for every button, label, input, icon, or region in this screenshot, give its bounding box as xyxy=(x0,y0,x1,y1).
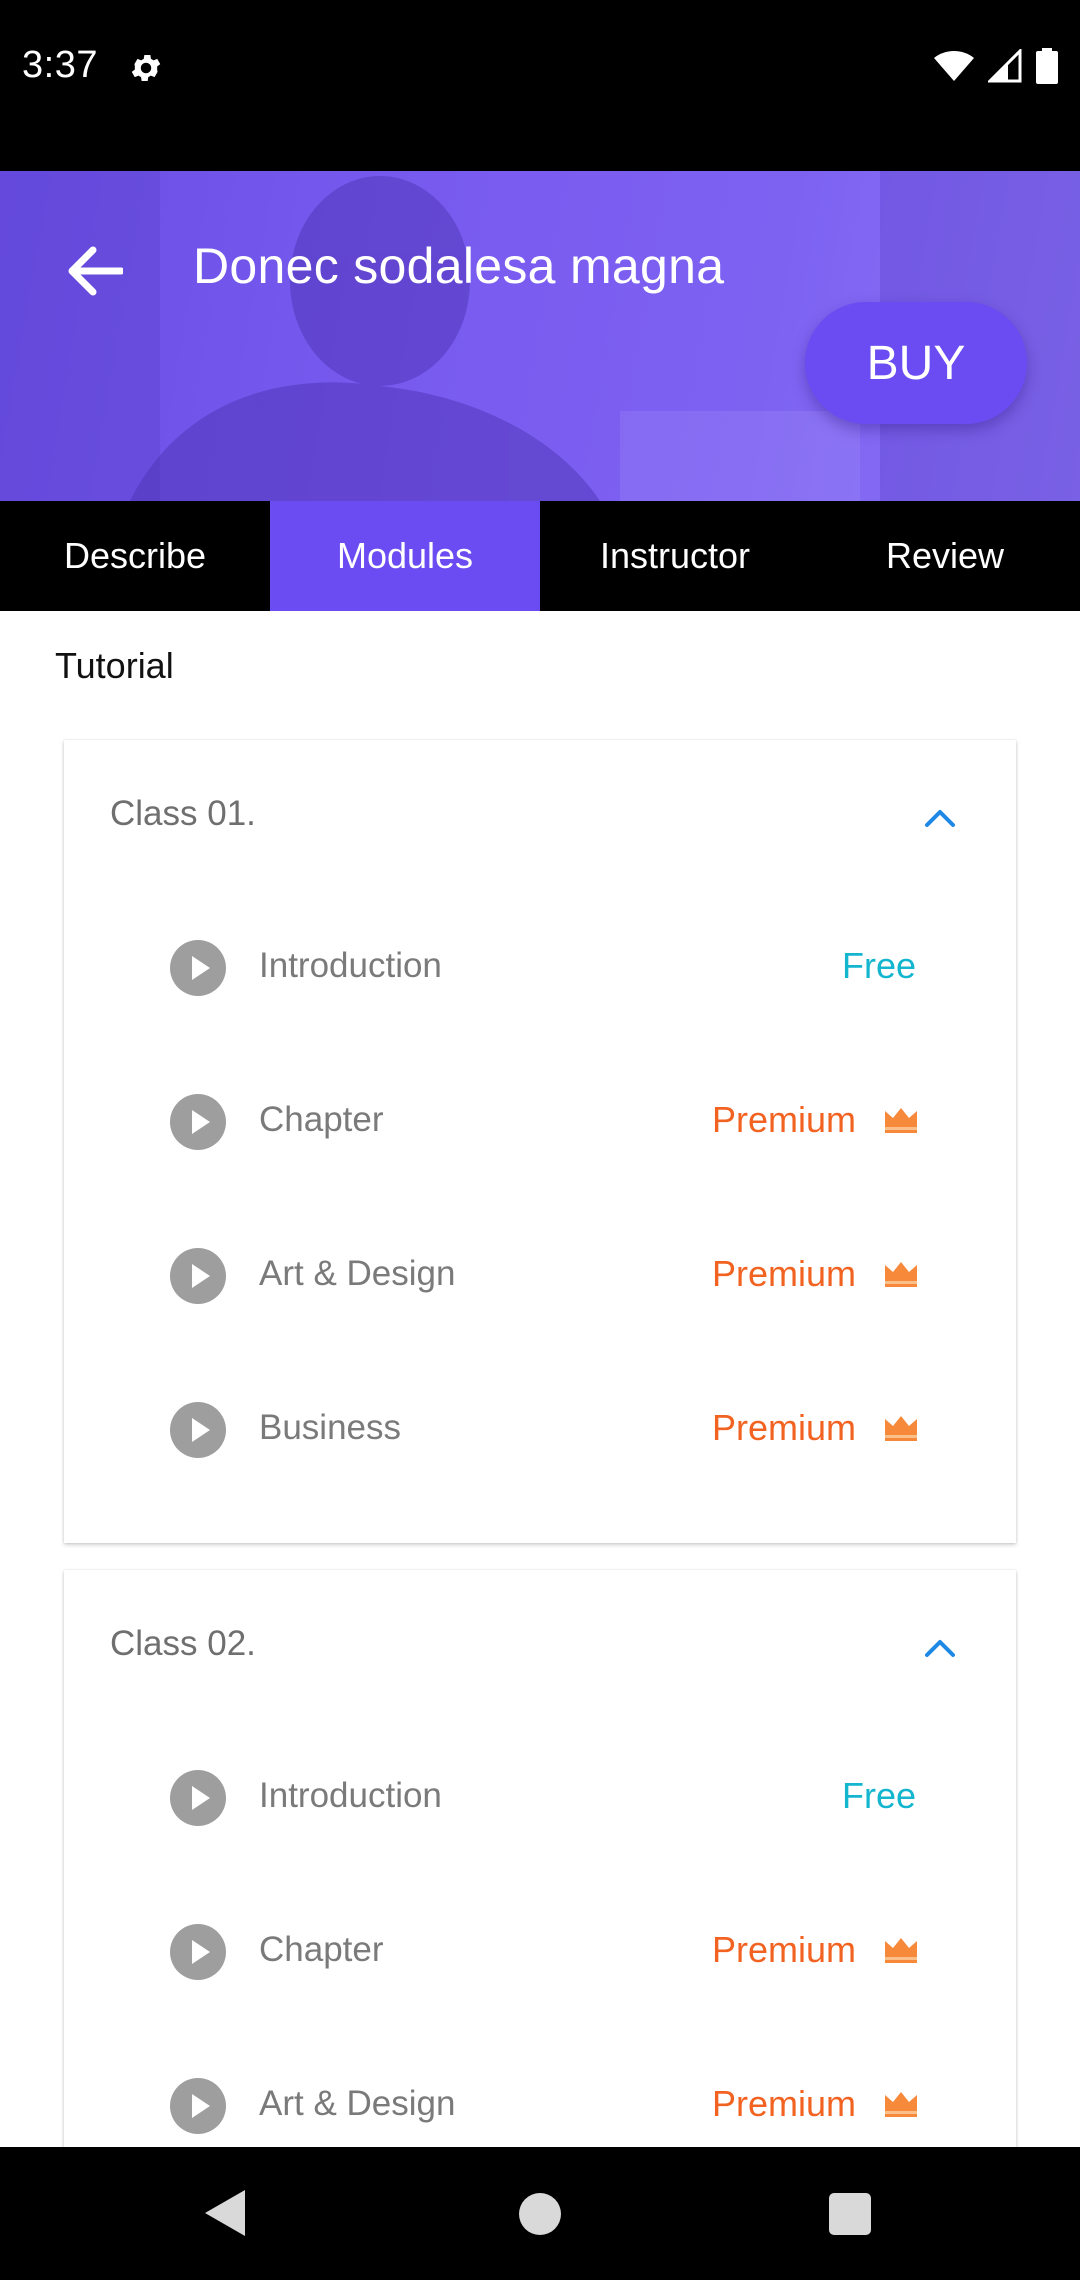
lesson-item[interactable]: Chapter Premium xyxy=(64,1874,1016,2028)
nav-home-icon[interactable] xyxy=(519,2193,561,2235)
play-icon[interactable] xyxy=(170,1402,226,1458)
lesson-item[interactable]: Introduction Free xyxy=(64,890,1016,1044)
nav-recents-icon[interactable] xyxy=(829,2193,871,2235)
system-nav-bar xyxy=(0,2147,1080,2280)
play-icon[interactable] xyxy=(170,1924,226,1980)
gear-icon xyxy=(131,54,161,82)
free-badge: Free xyxy=(841,945,916,986)
nav-back-icon[interactable] xyxy=(205,2190,245,2236)
lesson-item[interactable]: Chapter Premium xyxy=(64,1044,1016,1198)
premium-badge: Premium xyxy=(711,2083,856,2124)
battery-icon xyxy=(1036,48,1058,84)
premium-badge: Premium xyxy=(711,1929,856,1970)
lesson-name: Chapter xyxy=(259,1930,384,1969)
lesson-name: Art & Design xyxy=(259,2084,456,2123)
lesson-name: Introduction xyxy=(259,1776,442,1815)
status-bar: 3:37 xyxy=(0,0,1080,171)
tab-review[interactable]: Review xyxy=(810,501,1080,611)
course-header: Donec sodalesa magna BUY xyxy=(0,171,1080,501)
course-title: Donec sodalesa magna xyxy=(193,238,725,294)
tab-modules[interactable]: Modules xyxy=(270,501,540,611)
chevron-up-icon[interactable] xyxy=(920,798,960,838)
free-badge: Free xyxy=(841,1775,916,1816)
play-icon[interactable] xyxy=(170,1094,226,1150)
status-icons xyxy=(934,48,1058,84)
play-icon[interactable] xyxy=(170,1248,226,1304)
lesson-item[interactable]: Business Premium xyxy=(64,1352,1016,1506)
lesson-name: Introduction xyxy=(259,946,442,985)
chevron-up-icon[interactable] xyxy=(920,1628,960,1668)
class-card: Class 01. Introduction Free Chapter Prem… xyxy=(64,740,1016,1543)
lesson-name: Chapter xyxy=(259,1100,384,1139)
back-arrow-icon xyxy=(68,246,123,296)
class-title: Class 01. xyxy=(110,794,256,833)
lesson-name: Business xyxy=(259,1408,402,1447)
lesson-item[interactable]: Art & Design Premium xyxy=(64,2028,1016,2147)
class-card: Class 02. Introduction Free Chapter Prem… xyxy=(64,1570,1016,2147)
premium-badge: Premium xyxy=(711,1099,856,1140)
class-header[interactable]: Class 01. xyxy=(64,740,1016,890)
back-button[interactable] xyxy=(62,238,128,304)
buy-button[interactable]: BUY xyxy=(805,302,1027,424)
lesson-name: Art & Design xyxy=(259,1254,456,1293)
crown-icon xyxy=(885,2092,917,2117)
tab-instructor[interactable]: Instructor xyxy=(540,501,810,611)
play-icon[interactable] xyxy=(170,940,226,996)
premium-badge: Premium xyxy=(711,1253,856,1294)
crown-icon xyxy=(885,1416,917,1441)
play-icon[interactable] xyxy=(170,1770,226,1826)
course-tabs: Describe Modules Instructor Review xyxy=(0,501,1080,611)
section-title: Tutorial xyxy=(55,645,174,686)
crown-icon xyxy=(885,1262,917,1287)
lesson-item[interactable]: Art & Design Premium xyxy=(64,1198,1016,1352)
lesson-item[interactable]: Introduction Free xyxy=(64,1720,1016,1874)
premium-badge: Premium xyxy=(711,1407,856,1448)
tab-describe[interactable]: Describe xyxy=(0,501,270,611)
class-title: Class 02. xyxy=(110,1624,256,1663)
wifi-icon xyxy=(934,51,974,81)
crown-icon xyxy=(885,1938,917,1963)
status-time: 3:37 xyxy=(22,44,98,86)
class-header[interactable]: Class 02. xyxy=(64,1570,1016,1720)
crown-icon xyxy=(885,1108,917,1133)
signal-icon xyxy=(988,49,1022,83)
play-icon[interactable] xyxy=(170,2078,226,2134)
modules-content[interactable]: Tutorial Class 01. Introduction Free Cha… xyxy=(0,611,1080,2147)
